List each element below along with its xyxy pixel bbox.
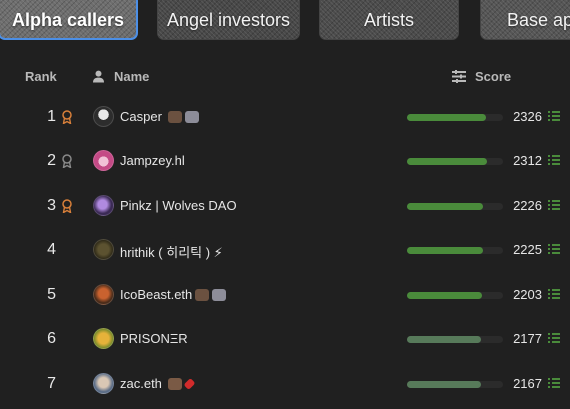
rank-number: 3 — [47, 197, 56, 214]
rocket-emoji-icon — [212, 288, 227, 301]
rank-number: 2 — [47, 152, 56, 169]
avatar — [93, 195, 114, 216]
avatar — [93, 106, 114, 127]
score-value: 2203 — [513, 287, 542, 302]
score-bar-fill — [407, 114, 486, 121]
avatar — [93, 373, 114, 394]
score-level-icon — [548, 244, 560, 254]
score-bar — [407, 381, 503, 388]
score-header-label: Score — [475, 69, 512, 84]
user-name-text: PRISONΞR — [120, 331, 188, 346]
score-level-icon — [548, 155, 560, 165]
score-value: 2326 — [513, 109, 542, 124]
score-level-icon — [548, 289, 560, 299]
rank-number: 4 — [47, 241, 56, 258]
user-name-text: hrithik ( 히리틱 ) ⚡ — [120, 245, 223, 260]
score-bar-fill — [407, 247, 483, 254]
red-diamond-emoji-icon — [183, 377, 196, 390]
score-bar — [407, 114, 503, 121]
score-bar — [407, 247, 503, 254]
user-name: IcoBeast.eth — [120, 287, 227, 302]
gold-medal-icon — [62, 110, 72, 124]
table-row[interactable]: 6 PRISONΞR 2177 — [0, 318, 570, 362]
tab-label: Base ap — [507, 9, 570, 30]
table-row[interactable]: 3 Pinkz | Wolves DAO 2226 — [0, 185, 570, 229]
score-level-icon — [548, 200, 560, 210]
score-bar — [407, 158, 503, 165]
user-name: zac.eth — [120, 376, 196, 391]
bear-emoji-icon — [167, 110, 182, 123]
score-value: 2177 — [513, 331, 542, 346]
rank-number: 6 — [47, 330, 56, 347]
table-row[interactable]: 7 zac.eth 2167 — [0, 363, 570, 407]
user-name: Jampzey.hl — [120, 153, 185, 168]
score-level-icon — [548, 378, 560, 388]
rank-number: 5 — [47, 286, 56, 303]
bear-emoji-icon — [195, 288, 210, 301]
score-bar-fill — [407, 336, 481, 343]
rocket-emoji-icon — [184, 110, 199, 123]
tab-artists[interactable]: Artists — [319, 0, 459, 40]
tab-label: Angel investors — [166, 9, 291, 30]
avatar — [93, 150, 114, 171]
user-name-text: Casper — [120, 109, 162, 124]
user-name: PRISONΞR — [120, 331, 188, 346]
tab-label: Alpha callers — [11, 9, 125, 30]
score-value: 2225 — [513, 242, 542, 257]
score-value: 2226 — [513, 198, 542, 213]
rank-number: 1 — [47, 108, 56, 125]
rank-column-header[interactable]: Rank — [25, 69, 57, 84]
score-level-icon — [548, 111, 560, 121]
name-column-header[interactable]: Name — [92, 69, 149, 84]
score-column-header[interactable]: Score — [452, 69, 511, 84]
tab-base-apps[interactable]: Base ap — [480, 0, 570, 40]
avatar — [93, 328, 114, 349]
silver-medal-icon — [62, 154, 72, 168]
user-name: Casper — [120, 109, 199, 124]
score-bar-fill — [407, 158, 487, 165]
user-name-text: IcoBeast.eth — [120, 287, 193, 302]
category-tabs: Alpha callers Angel investors Artists Ba… — [0, 0, 570, 42]
score-bar — [407, 336, 503, 343]
score-bar — [407, 292, 503, 299]
tab-angel-investors[interactable]: Angel investors — [157, 0, 300, 40]
name-header-label: Name — [114, 69, 150, 84]
score-bar — [407, 203, 503, 210]
score-bar-fill — [407, 381, 481, 388]
table-header: Rank Name Score — [0, 67, 570, 87]
table-row[interactable]: 2 Jampzey.hl 2312 — [0, 140, 570, 184]
user-name: hrithik ( 히리틱 ) ⚡ — [120, 242, 223, 261]
user-name-text: zac.eth — [120, 376, 162, 391]
table-row[interactable]: 5 IcoBeast.eth 2203 — [0, 274, 570, 318]
score-level-icon — [548, 333, 560, 343]
user-name-text: Pinkz | Wolves DAO — [120, 198, 237, 213]
bronze-medal-icon — [62, 199, 72, 213]
wizard-emoji-icon — [167, 377, 182, 390]
avatar — [93, 239, 114, 260]
score-value: 2167 — [513, 376, 542, 391]
rank-number: 7 — [47, 375, 56, 392]
table-row[interactable]: 4 hrithik ( 히리틱 ) ⚡ 2225 — [0, 229, 570, 273]
user-icon — [93, 70, 104, 83]
avatar — [93, 284, 114, 305]
score-bar-fill — [407, 292, 482, 299]
score-bar-fill — [407, 203, 483, 210]
tab-alpha-callers[interactable]: Alpha callers — [0, 0, 138, 40]
user-name-text: Jampzey.hl — [120, 153, 185, 168]
score-sliders-icon — [452, 70, 466, 83]
table-row[interactable]: 1 Casper 2326 — [0, 96, 570, 140]
score-value: 2312 — [513, 153, 542, 168]
tab-label: Artists — [363, 9, 414, 30]
user-name: Pinkz | Wolves DAO — [120, 198, 237, 213]
